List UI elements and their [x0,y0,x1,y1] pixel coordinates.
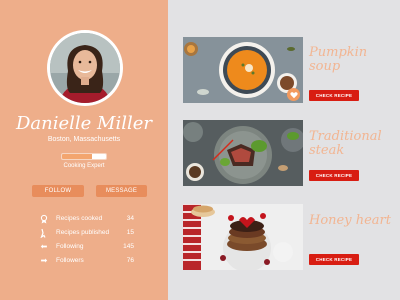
stat-label: Recipes published [56,229,110,236]
level-label: Cooking Expert [63,163,105,169]
stats-list: Recipes cooked 34 Recipes published 15 ⬅… [38,212,138,268]
avatar-frame [47,30,123,106]
level-progress-bar [61,153,107,160]
chef-hat-icon [39,228,49,239]
stat-label: Following [56,243,84,250]
recipe-title: Pumpkin soup [309,45,368,74]
recipe-image-honey-heart[interactable] [183,204,303,270]
level-progress-fill [62,154,92,159]
recipe-title: Traditional steak [309,129,382,158]
medal-icon [39,214,49,224]
check-recipe-button[interactable]: CHECK RECIPE [309,90,359,101]
profile-location: Boston, Massachusetts [47,136,121,143]
profile-sidebar: Danielle Miller Boston, Massachusetts Co… [0,0,168,300]
stat-row-following: ⬅ Following 145 [38,240,138,254]
stat-row-followers: ➡ Followers 76 [38,254,138,268]
check-recipe-button[interactable]: CHECK RECIPE [309,170,359,181]
recipe-image-traditional-steak[interactable] [183,120,303,186]
stat-value: 76 [126,257,134,264]
avatar[interactable] [50,33,120,103]
profile-name: Danielle Miller [15,113,152,134]
stat-value: 15 [126,229,134,236]
stat-value: 145 [123,243,134,250]
arrow-left-icon: ⬅ [40,242,48,251]
stat-row-recipes-published: Recipes published 15 [38,226,138,240]
arrow-right-icon: ➡ [40,256,48,265]
follow-button[interactable]: FOLLOW [32,185,84,197]
stat-value: 34 [126,215,134,222]
recipe-title: Honey heart [309,213,391,228]
heart-icon [289,91,298,98]
stat-label: Recipes cooked [56,215,103,222]
stat-label: Followers [56,257,84,264]
message-button[interactable]: MESSAGE [96,185,147,197]
recipe-image-pumpkin-soup[interactable] [183,37,303,103]
favorite-heart-button[interactable] [287,88,300,101]
check-recipe-button[interactable]: CHECK RECIPE [309,254,359,265]
stat-row-recipes-cooked: Recipes cooked 34 [38,212,138,226]
